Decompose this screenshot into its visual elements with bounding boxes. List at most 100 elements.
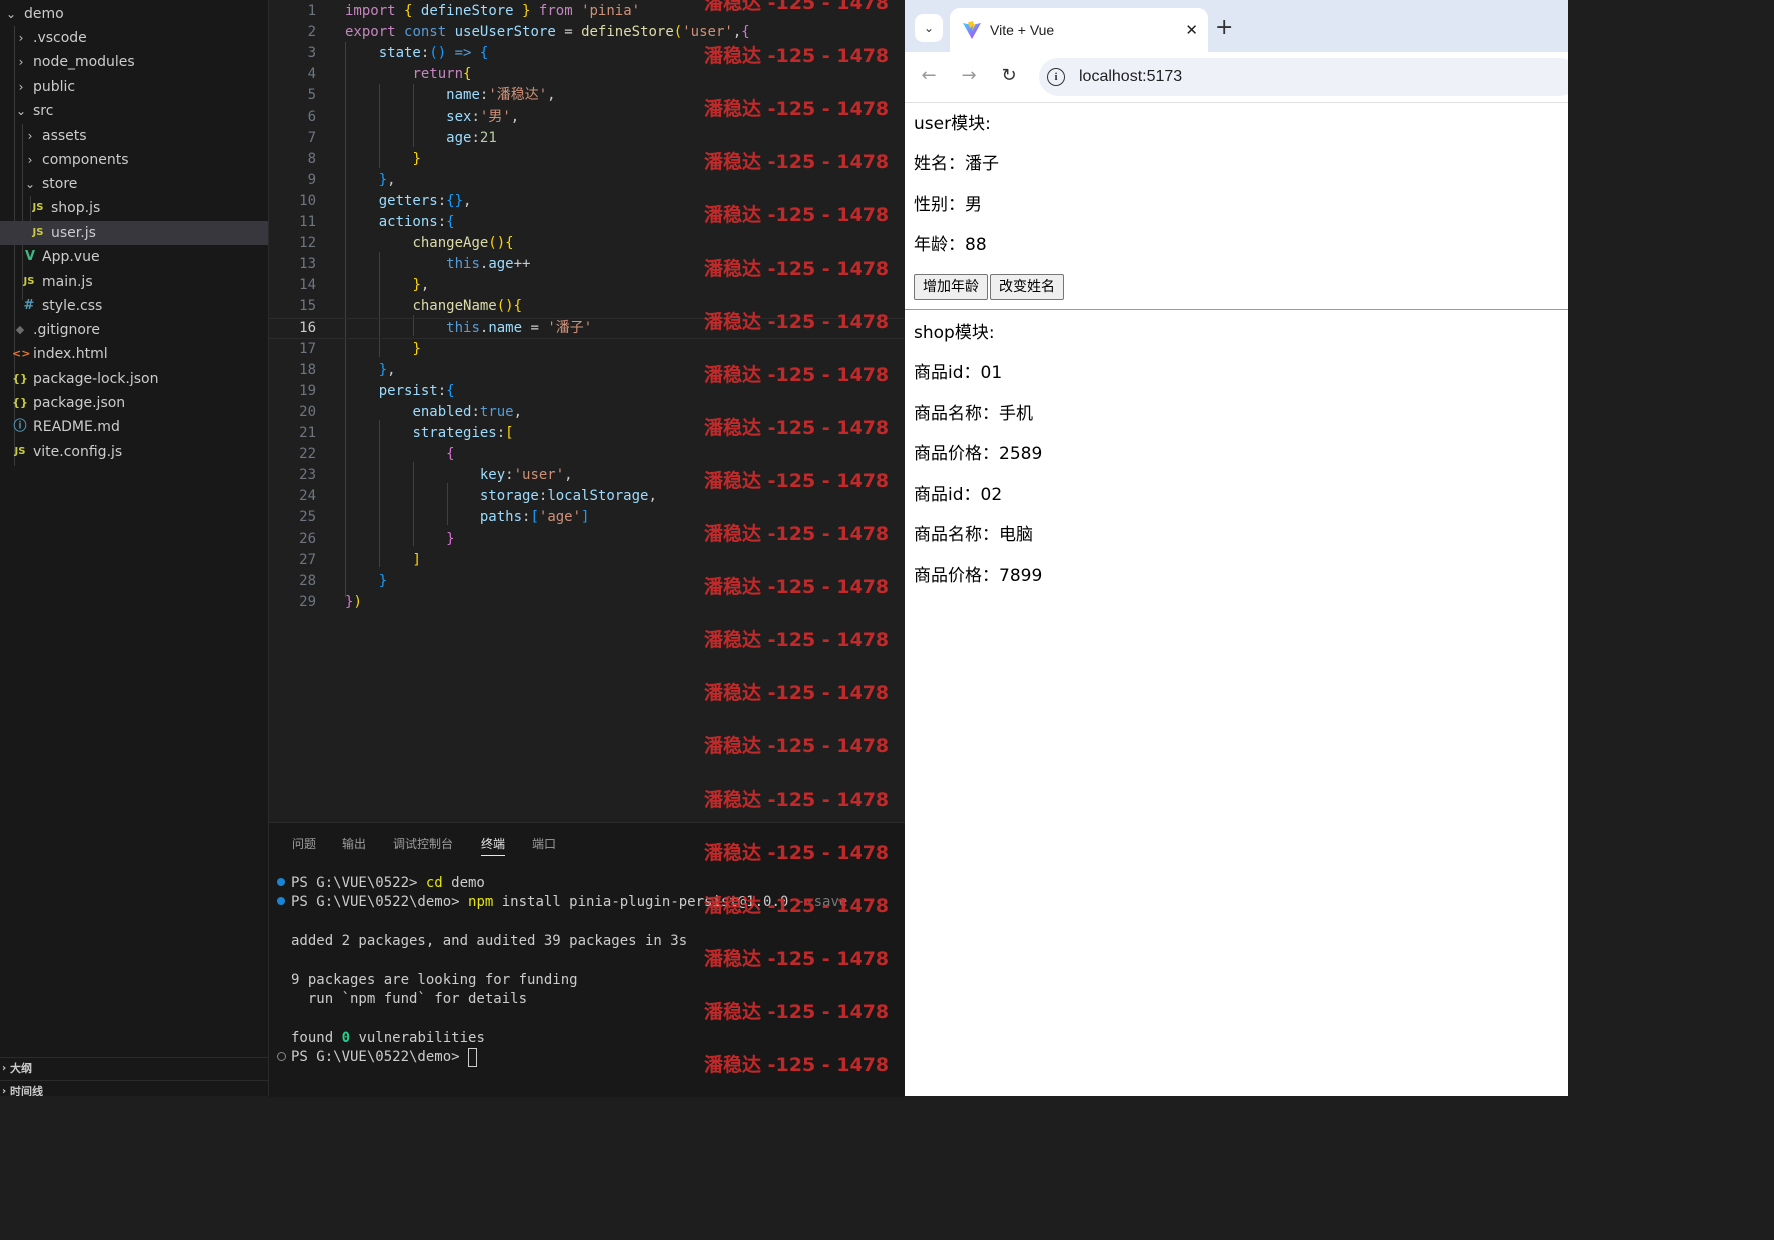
- line-number: 15: [299, 298, 316, 315]
- watermark-text: 潘稳达 -125 - 1478: [704, 416, 890, 439]
- outline-section-header[interactable]: › 大纲: [0, 1057, 268, 1080]
- tree-folder-src[interactable]: ⌄ src: [0, 99, 268, 123]
- tab-search-button[interactable]: ⌄: [915, 14, 943, 42]
- tree-file-vite-config-js[interactable]: JS vite.config.js: [0, 440, 268, 464]
- tree-folder-vscode[interactable]: › .vscode: [0, 26, 268, 50]
- tree-folder-assets[interactable]: › assets: [0, 124, 268, 148]
- tab-ports[interactable]: 端口: [532, 833, 556, 855]
- code-text: },: [378, 361, 396, 378]
- tab-problems[interactable]: 问题: [292, 833, 316, 855]
- line-number: 6: [307, 108, 316, 125]
- code-text: this.name = '潘子': [446, 319, 593, 336]
- code-text: }: [378, 572, 388, 589]
- js-file-icon: JS: [32, 202, 44, 213]
- code-text: paths:['age']: [479, 509, 590, 526]
- product-price-text: 商品价格：7899: [914, 566, 1043, 586]
- line-number: 24: [299, 488, 316, 505]
- tree-file-package-json[interactable]: {} package.json: [0, 391, 268, 415]
- terminal-command: cd: [425, 875, 443, 891]
- tab-debug-console[interactable]: 调试控制台: [393, 833, 453, 855]
- tab-strip: ⌄ Vite + Vue ✕ +: [905, 0, 1568, 52]
- command-success-dot[interactable]: [277, 897, 285, 905]
- watermark-text: 潘稳达 -125 - 1478: [704, 523, 890, 545]
- add-age-button[interactable]: 增加年龄: [914, 274, 988, 300]
- product-id-text: 商品id：01: [914, 363, 1003, 383]
- chevron-right-icon: ›: [27, 129, 33, 143]
- timeline-section-header[interactable]: › 时间线: [0, 1080, 268, 1096]
- reload-icon[interactable]: ↻: [997, 64, 1021, 88]
- vulnerability-count: 0: [341, 1030, 351, 1046]
- tree-label: assets: [42, 128, 87, 144]
- tree-file-app-vue[interactable]: V App.vue: [0, 245, 268, 269]
- js-file-icon: JS: [32, 227, 44, 238]
- tree-file-gitignore[interactable]: ◆ .gitignore: [0, 318, 268, 342]
- tree-file-style-css[interactable]: # style.css: [0, 294, 268, 318]
- forward-arrow-icon[interactable]: →: [957, 64, 981, 88]
- command-pending-dot[interactable]: [277, 1052, 286, 1061]
- browser-tab[interactable]: Vite + Vue ✕: [950, 8, 1208, 52]
- line-number: 4: [307, 66, 316, 83]
- watermark-text: 潘稳达 -125 - 1478: [704, 204, 890, 227]
- tree-file-package-lock-json[interactable]: {} package-lock.json: [0, 367, 268, 391]
- tree-file-shop-js[interactable]: JS shop.js: [0, 196, 268, 220]
- product-name-text: 商品名称：电脑: [914, 525, 1033, 545]
- watermark-text: 潘稳达 -125 - 1478: [704, 629, 890, 652]
- tree-folder-node-modules[interactable]: › node_modules: [0, 50, 268, 74]
- code-text: sex:'男',: [446, 108, 520, 125]
- code-text: changeAge(){: [412, 235, 514, 252]
- code-line: 2 export const useUserStore = defineStore…: [269, 22, 905, 43]
- tree-label: src: [33, 103, 54, 119]
- tab-terminal[interactable]: 终端: [481, 833, 506, 856]
- address-bar[interactable]: i localhost:5173: [1039, 58, 1568, 96]
- line-number: 12: [299, 235, 316, 252]
- command-success-dot[interactable]: [277, 878, 285, 886]
- terminal-output-text: found: [291, 1030, 342, 1046]
- site-info-icon[interactable]: i: [1047, 68, 1065, 86]
- divider: [905, 309, 1568, 310]
- html-file-icon: <>: [12, 347, 31, 360]
- new-tab-button[interactable]: +: [1215, 16, 1233, 40]
- tree-label: App.vue: [42, 249, 100, 265]
- tree-label: .vscode: [33, 30, 87, 46]
- line-number: 27: [299, 551, 316, 568]
- tree-file-readme-md[interactable]: ⓘ README.md: [0, 415, 268, 439]
- back-arrow-icon[interactable]: ←: [917, 64, 941, 88]
- line-number: 19: [299, 382, 316, 399]
- product-name-text: 商品名称：手机: [914, 404, 1033, 424]
- terminal-cursor: [468, 1047, 478, 1067]
- code-line: 12 changeAge(){: [269, 233, 905, 254]
- line-number: 11: [299, 214, 316, 230]
- tree-folder-public[interactable]: › public: [0, 75, 268, 99]
- css-file-icon: #: [23, 298, 35, 313]
- tree-file-index-html[interactable]: <> index.html: [0, 342, 268, 366]
- code-text: state:() => {: [378, 45, 489, 62]
- code-text: storage:localStorage,: [479, 488, 657, 505]
- line-number: 25: [299, 509, 316, 526]
- close-icon[interactable]: ✕: [1185, 20, 1198, 40]
- change-name-button[interactable]: 改变姓名: [990, 274, 1064, 300]
- tree-label: demo: [24, 6, 64, 22]
- terminal-prompt: PS G:\VUE\0522\demo>: [291, 894, 469, 910]
- tree-label: main.js: [42, 274, 93, 290]
- tree-folder-demo[interactable]: ⌄ demo: [0, 2, 268, 26]
- tab-output[interactable]: 输出: [342, 833, 366, 855]
- chevron-down-icon: ⌄: [24, 177, 36, 191]
- line-number: 3: [307, 45, 316, 62]
- watermark-text: 潘稳达 -125 - 1478: [704, 841, 890, 864]
- tree-folder-components[interactable]: › components: [0, 148, 268, 172]
- code-text: }: [412, 340, 421, 357]
- line-number: 26: [299, 530, 316, 547]
- chevron-right-icon: ›: [18, 80, 24, 94]
- tree-file-main-js[interactable]: JS main.js: [0, 270, 268, 294]
- chevron-right-icon: ›: [27, 153, 33, 167]
- tree-label: package.json: [33, 395, 126, 411]
- tree-file-user-js[interactable]: JS user.js: [0, 221, 268, 245]
- line-number: 18: [299, 361, 316, 378]
- terminal-input-line[interactable]: PS G:\VUE\0522\demo>: [291, 1047, 478, 1067]
- tree-label: public: [33, 79, 76, 95]
- tree-folder-store[interactable]: ⌄ store: [0, 172, 268, 196]
- watermark-text: 潘稳达 -125 - 1478: [704, 257, 890, 280]
- line-number: 13: [299, 256, 316, 273]
- code-text: getters:{},: [378, 192, 472, 209]
- info-file-icon: ⓘ: [13, 419, 27, 434]
